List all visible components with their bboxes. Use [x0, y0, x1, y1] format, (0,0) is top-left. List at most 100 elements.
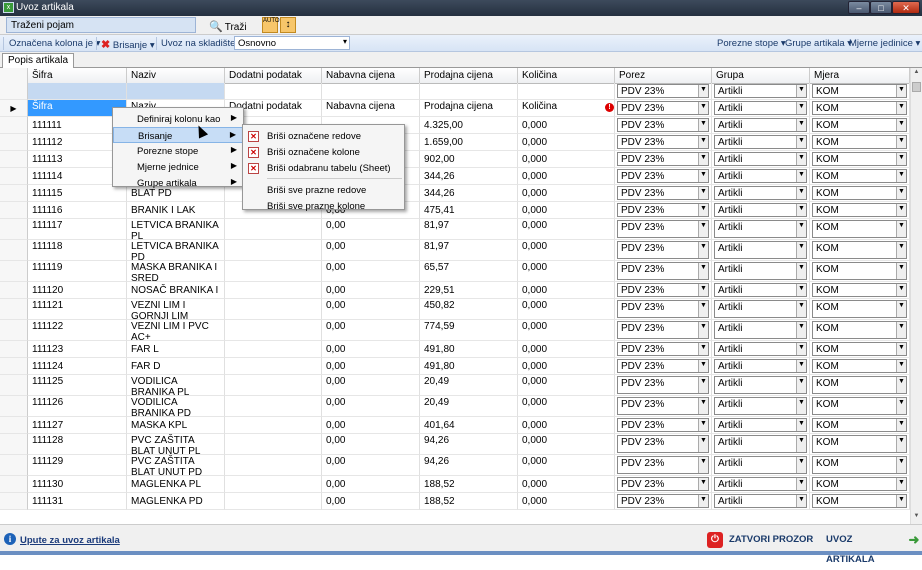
cell-mjera[interactable]: KOM ▼: [810, 240, 910, 261]
cell-grupa[interactable]: Artikli ▼: [712, 83, 810, 100]
grupe-artikala-menu[interactable]: Grupe artikala ▾: [785, 38, 852, 49]
cell-mjera[interactable]: KOM ▼: [810, 434, 910, 455]
cell-naziv[interactable]: LETVICA BRANIKA PL: [127, 219, 225, 240]
submenu-item[interactable]: Briši sve prazne kolone: [243, 198, 403, 214]
cell-naziv[interactable]: MAGLENKA PD: [127, 493, 225, 510]
chevron-down-icon[interactable]: ▼: [796, 478, 806, 490]
chevron-down-icon[interactable]: ▼: [896, 419, 906, 431]
chevron-down-icon[interactable]: ▼: [698, 343, 708, 355]
row-selector[interactable]: [0, 476, 28, 493]
cell-kolicina[interactable]: Količina: [518, 100, 615, 117]
row-selector[interactable]: [0, 282, 28, 299]
chevron-down-icon[interactable]: ▼: [698, 478, 708, 490]
cell-sifra[interactable]: 111126: [28, 396, 127, 417]
combo-porez[interactable]: PDV 23% ▼: [617, 118, 709, 132]
chevron-down-icon[interactable]: ▼: [796, 221, 806, 237]
cell-mjera[interactable]: KOM ▼: [810, 168, 910, 185]
chevron-down-icon[interactable]: ▼: [896, 360, 906, 372]
combo-mjera[interactable]: KOM ▼: [812, 186, 907, 200]
combo-porez[interactable]: PDV 23% ▼: [617, 84, 709, 98]
row-selector[interactable]: [0, 202, 28, 219]
chevron-down-icon[interactable]: ▼: [796, 343, 806, 355]
close-window-button[interactable]: ✕: [892, 1, 920, 14]
scroll-down-icon[interactable]: ▼: [912, 513, 921, 523]
column-header-dodatni[interactable]: Dodatni podatak: [225, 68, 322, 84]
cell-nabavna[interactable]: 0,00: [322, 434, 420, 455]
combo-mjera[interactable]: KOM ▼: [812, 220, 907, 238]
cell-porez[interactable]: PDV 23% ▼: [615, 375, 712, 396]
chevron-down-icon[interactable]: ▼: [796, 398, 806, 414]
combo-grupa[interactable]: Artikli ▼: [714, 203, 807, 217]
combo-porez[interactable]: PDV 23% ▼: [617, 283, 709, 297]
cell-mjera[interactable]: KOM ▼: [810, 282, 910, 299]
combo-grupa[interactable]: Artikli ▼: [714, 397, 807, 415]
upute-link[interactable]: Upute za uvoz artikala: [20, 535, 120, 546]
combo-mjera[interactable]: KOM ▼: [812, 135, 907, 149]
zatvori-prozor-button[interactable]: ⏻ ZATVORI PROZOR: [707, 530, 813, 550]
combo-mjera[interactable]: KOM ▼: [812, 359, 907, 373]
cell-prodajna[interactable]: 450,82: [420, 299, 518, 320]
chevron-down-icon[interactable]: ▼: [698, 360, 708, 372]
combo-porez[interactable]: PDV 23% ▼: [617, 101, 709, 115]
search-button[interactable]: 🔍 Traži: [204, 17, 252, 33]
minimize-button[interactable]: –: [848, 1, 870, 14]
combo-mjera[interactable]: KOM ▼: [812, 456, 907, 474]
cell-mjera[interactable]: KOM ▼: [810, 151, 910, 168]
combo-grupa[interactable]: Artikli ▼: [714, 456, 807, 474]
cell-prodajna[interactable]: 491,80: [420, 358, 518, 375]
combo-grupa[interactable]: Artikli ▼: [714, 262, 807, 280]
cell-naziv[interactable]: [127, 83, 225, 100]
cell-porez[interactable]: PDV 23% ▼: [615, 185, 712, 202]
cell-nabavna[interactable]: 0,00: [322, 240, 420, 261]
cell-dodatni[interactable]: [225, 417, 322, 434]
cell-dodatni[interactable]: [225, 320, 322, 341]
submenu-item[interactable]: ✕ Briši označene kolone: [243, 144, 403, 160]
cell-grupa[interactable]: Artikli ▼: [712, 100, 810, 117]
cell-kolicina[interactable]: 0,000: [518, 299, 615, 320]
row-selector[interactable]: [0, 219, 28, 240]
table-row[interactable]: 111119 MASKA BRANIKA I SRED 0,00 65,57 0,000…: [0, 261, 910, 282]
cell-nabavna[interactable]: [322, 83, 420, 100]
combo-grupa[interactable]: Artikli ▼: [714, 152, 807, 166]
combo-mjera[interactable]: KOM ▼: [812, 494, 907, 508]
porezne-stope-menu[interactable]: Porezne stope ▾: [717, 38, 786, 49]
combo-mjera[interactable]: KOM ▼: [812, 342, 907, 356]
cell-mjera[interactable]: KOM ▼: [810, 493, 910, 510]
cell-dodatni[interactable]: [225, 493, 322, 510]
chevron-down-icon[interactable]: ▼: [796, 301, 806, 317]
chevron-down-icon[interactable]: ▼: [796, 85, 806, 97]
cell-nabavna[interactable]: 0,00: [322, 341, 420, 358]
cell-sifra[interactable]: 111122: [28, 320, 127, 341]
chevron-down-icon[interactable]: ▼: [796, 322, 806, 338]
context-menu-item[interactable]: Mjerne jednice ▶: [113, 159, 243, 175]
combo-porez[interactable]: PDV 23% ▼: [617, 477, 709, 491]
cell-kolicina[interactable]: 0,000: [518, 202, 615, 219]
cell-grupa[interactable]: Artikli ▼: [712, 320, 810, 341]
cell-grupa[interactable]: Artikli ▼: [712, 375, 810, 396]
chevron-down-icon[interactable]: ▼: [796, 436, 806, 452]
cell-grupa[interactable]: Artikli ▼: [712, 434, 810, 455]
combo-mjera[interactable]: KOM ▼: [812, 283, 907, 297]
cell-grupa[interactable]: Artikli ▼: [712, 202, 810, 219]
cell-mjera[interactable]: KOM ▼: [810, 341, 910, 358]
cell-kolicina[interactable]: 0,000: [518, 455, 615, 476]
cell-sifra[interactable]: 111125: [28, 375, 127, 396]
column-header-naziv[interactable]: Naziv: [127, 68, 225, 84]
cell-naziv[interactable]: VEZNI LIM I PVC AC+: [127, 320, 225, 341]
row-selector[interactable]: [0, 185, 28, 202]
combo-porez[interactable]: PDV 23% ▼: [617, 203, 709, 217]
cell-sifra[interactable]: 111120: [28, 282, 127, 299]
combo-mjera[interactable]: KOM ▼: [812, 435, 907, 453]
cell-naziv[interactable]: BRANIK I LAK: [127, 202, 225, 219]
cell-nabavna[interactable]: 0,00: [322, 476, 420, 493]
blank-row[interactable]: PDV 23% ▼ Artikli ▼ KOM ▼: [0, 83, 910, 100]
scroll-up-icon[interactable]: ▲: [912, 69, 921, 79]
combo-porez[interactable]: PDV 23% ▼: [617, 321, 709, 339]
row-selector[interactable]: [0, 134, 28, 151]
cell-porez[interactable]: PDV 23% ▼: [615, 240, 712, 261]
cell-nabavna[interactable]: 0,00: [322, 219, 420, 240]
cell-kolicina[interactable]: 0,000: [518, 417, 615, 434]
cell-porez[interactable]: PDV 23% ▼: [615, 320, 712, 341]
chevron-down-icon[interactable]: ▼: [896, 153, 906, 165]
chevron-down-icon[interactable]: ▼: [698, 204, 708, 216]
